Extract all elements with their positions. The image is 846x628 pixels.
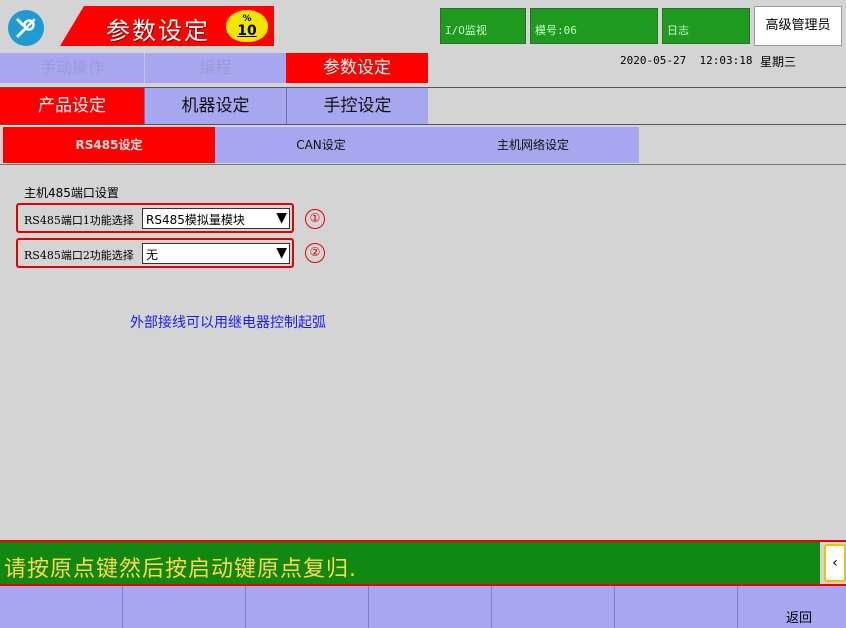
annotation-mark-1: ① <box>305 209 325 229</box>
io-monitor-button[interactable]: I/O监视 <box>440 8 526 44</box>
triangle-down-icon[interactable]: ▼ <box>276 244 287 263</box>
tools-glyph <box>16 18 36 38</box>
badge-value: 10 <box>237 22 257 39</box>
section-title: 主机485端口设置 <box>24 186 119 200</box>
status-message-bar: 请按原点键然后按启动键原点复归. <box>0 540 820 586</box>
port1-label: RS485端口1功能选择 <box>24 214 134 227</box>
function-key-4[interactable] <box>369 586 492 628</box>
tab-can-settings[interactable]: CAN设定 <box>215 127 427 163</box>
tab-manual-control-settings[interactable]: 手控设定 <box>286 88 428 124</box>
function-key-bar: 返回 <box>0 586 846 628</box>
triangle-down-icon[interactable]: ▼ <box>276 209 287 228</box>
port1-selected-value: RS485模拟量模块 <box>146 213 245 227</box>
divider <box>0 124 846 125</box>
tab-parameter-settings[interactable]: 参数设定 <box>286 53 428 83</box>
function-key-5[interactable] <box>492 586 615 628</box>
page-title: 参数设定 <box>106 17 210 45</box>
function-key-1[interactable] <box>0 586 123 628</box>
port1-setting-row: RS485端口1功能选择 RS485模拟量模块 ▼ <box>16 203 294 233</box>
user-level-button[interactable]: 高级管理员 <box>754 6 842 46</box>
wrench-screwdriver-icon[interactable] <box>8 10 44 46</box>
port2-setting-row: RS485端口2功能选择 无 ▼ <box>16 238 294 268</box>
back-button-label: 返回 <box>786 611 813 626</box>
weekday-display: 星期三 <box>760 55 797 69</box>
port2-function-select[interactable]: 无 ▼ <box>142 243 290 264</box>
chevron-left-icon[interactable]: ‹ <box>824 544 846 582</box>
tab-machine-settings[interactable]: 机器设定 <box>144 88 286 124</box>
model-indicator[interactable]: 模号:06 <box>530 8 658 44</box>
datetime-display: 2020-05-27 12:03:18 <box>620 54 753 67</box>
function-key-3[interactable] <box>246 586 369 628</box>
tab-host-network-settings[interactable]: 主机网络设定 <box>427 127 639 163</box>
status-message: 请按原点键然后按启动键原点复归. <box>4 557 357 582</box>
speed-badge[interactable]: % 10 <box>226 10 268 42</box>
tab-manual-operation[interactable]: 手动操作 <box>0 53 144 83</box>
info-note: 外部接线可以用继电器控制起弧 <box>130 315 326 331</box>
divider <box>0 164 846 165</box>
function-key-6[interactable] <box>615 586 738 628</box>
back-button[interactable]: 返回 <box>738 586 846 628</box>
log-button[interactable]: 日志 <box>662 8 750 44</box>
port2-label: RS485端口2功能选择 <box>24 249 134 262</box>
annotation-mark-2: ② <box>305 243 325 263</box>
function-key-2[interactable] <box>123 586 246 628</box>
tab-rs485-settings[interactable]: RS485设定 <box>3 127 215 163</box>
tab-product-settings[interactable]: 产品设定 <box>0 88 144 124</box>
port1-function-select[interactable]: RS485模拟量模块 ▼ <box>142 208 290 229</box>
tab-programming[interactable]: 编程 <box>144 53 286 83</box>
port2-selected-value: 无 <box>146 248 159 262</box>
